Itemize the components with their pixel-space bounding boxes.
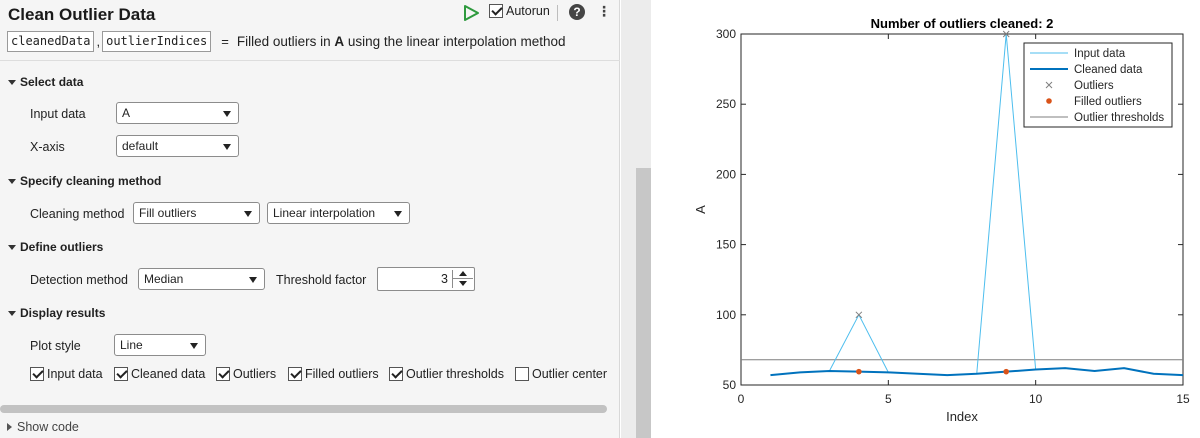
caret-right-icon: [7, 423, 12, 431]
filled-outlier-marker: [856, 368, 862, 375]
x-tick-label: 0: [738, 392, 745, 406]
spin-down-icon[interactable]: [459, 281, 467, 286]
checkbox-filled-outliers[interactable]: Filled outliers: [288, 367, 379, 381]
task-description: Filled outliers in A using the linear in…: [236, 33, 566, 49]
vertical-scrollbar-thumb[interactable]: [636, 168, 651, 438]
detection-method-dropdown[interactable]: Median: [138, 268, 265, 290]
y-tick-label: 50: [723, 378, 737, 392]
show-code-toggle[interactable]: Show code: [7, 420, 79, 434]
chevron-down-icon: [244, 211, 252, 217]
spinner-buttons[interactable]: [452, 270, 473, 288]
plot-style-dropdown[interactable]: Line: [114, 334, 206, 356]
chevron-down-icon: [394, 211, 402, 217]
equals-sign: =: [221, 33, 229, 49]
legend-swatch: [1046, 98, 1052, 104]
output-var-cleaneddata[interactable]: cleanedData: [7, 30, 95, 52]
input-data-dropdown[interactable]: A: [116, 102, 239, 124]
x-tick-label: 15: [1176, 392, 1190, 406]
help-icon[interactable]: ?: [569, 4, 585, 20]
x-axis-label: Index: [946, 409, 978, 424]
section-display-results[interactable]: Display results: [8, 306, 105, 320]
section-cleaning-method[interactable]: Specify cleaning method: [8, 174, 161, 188]
y-tick-label: 100: [716, 308, 736, 322]
plot-area: 0 5 10 15 50 100 150 200 250 300 Number of outlier…: [651, 0, 1200, 438]
threshold-factor-value[interactable]: 3: [441, 272, 448, 286]
y-tick-label: 150: [716, 238, 736, 252]
caret-down-icon: [8, 178, 16, 184]
checkbox-box[interactable]: [114, 367, 128, 381]
legend-entry: Filled outliers: [1074, 96, 1142, 108]
legend-entry: Input data: [1074, 48, 1126, 60]
more-options-icon[interactable]: ⋮: [597, 2, 611, 20]
caret-down-icon: [8, 244, 16, 250]
chevron-down-icon: [190, 343, 198, 349]
autorun-checkbox[interactable]: [489, 4, 503, 18]
chevron-down-icon: [223, 144, 231, 150]
detection-method-label: Detection method: [30, 273, 128, 287]
legend-entry: Outliers: [1074, 80, 1114, 92]
y-axis-label: A: [693, 205, 708, 214]
input-data-label: Input data: [30, 107, 86, 121]
output-summary: cleanedData , outlierIndices = Filled ou…: [7, 30, 566, 52]
y-tick-label: 250: [716, 97, 736, 111]
x-tick-label: 10: [1029, 392, 1043, 406]
task-panel: Clean Outlier Data Autorun ? ⋮ cleanedDa…: [0, 0, 620, 438]
legend-entry: Outlier thresholds: [1074, 112, 1164, 124]
autorun-label: Autorun: [506, 4, 550, 18]
plot-style-label: Plot style: [30, 339, 81, 353]
section-select-data[interactable]: Select data: [8, 75, 83, 89]
checkbox-box[interactable]: [30, 367, 44, 381]
chevron-down-icon: [249, 277, 257, 283]
cleaning-method-label: Cleaning method: [30, 207, 125, 221]
output-var-outlierindices[interactable]: outlierIndices: [102, 30, 212, 52]
checkbox-box[interactable]: [515, 367, 529, 381]
threshold-factor-spinner[interactable]: 3: [377, 267, 475, 291]
task-title: Clean Outlier Data: [8, 5, 156, 24]
checkbox-box[interactable]: [216, 367, 230, 381]
xaxis-label: X-axis: [30, 140, 65, 154]
cleaning-method-dropdown[interactable]: Fill outliers: [133, 202, 260, 224]
autorun-toggle[interactable]: Autorun: [489, 4, 550, 18]
header-divider: [557, 5, 558, 21]
chart-title: Number of outliers cleaned: 2: [871, 16, 1054, 31]
y-tick-label: 300: [716, 27, 736, 41]
legend-entry: Cleaned data: [1074, 64, 1143, 76]
checkbox-outlier-center[interactable]: Outlier center: [515, 367, 607, 381]
filled-outlier-marker: [1003, 368, 1009, 375]
output-comma: ,: [96, 33, 101, 49]
outlier-chart: 0 5 10 15 50 100 150 200 250 300 Number of outlier…: [693, 16, 1190, 424]
checkbox-outlier-thresholds[interactable]: Outlier thresholds: [389, 367, 504, 381]
checkbox-input-data[interactable]: Input data: [30, 367, 103, 381]
y-tick-label: 200: [716, 167, 736, 181]
caret-down-icon: [8, 310, 16, 316]
checkbox-box[interactable]: [288, 367, 302, 381]
spin-up-icon[interactable]: [459, 271, 467, 276]
chevron-down-icon: [223, 111, 231, 117]
divider: [0, 60, 620, 61]
checkbox-outliers[interactable]: Outliers: [216, 367, 276, 381]
threshold-factor-label: Threshold factor: [276, 273, 367, 287]
checkbox-box[interactable]: [389, 367, 403, 381]
xaxis-dropdown[interactable]: default: [116, 135, 239, 157]
fill-method-dropdown[interactable]: Linear interpolation: [267, 202, 410, 224]
checkbox-cleaned-data[interactable]: Cleaned data: [114, 367, 205, 381]
caret-down-icon: [8, 79, 16, 85]
section-define-outliers[interactable]: Define outliers: [8, 240, 103, 254]
run-icon[interactable]: [462, 4, 480, 22]
x-tick-label: 5: [885, 392, 892, 406]
horizontal-scrollbar[interactable]: [0, 405, 607, 413]
